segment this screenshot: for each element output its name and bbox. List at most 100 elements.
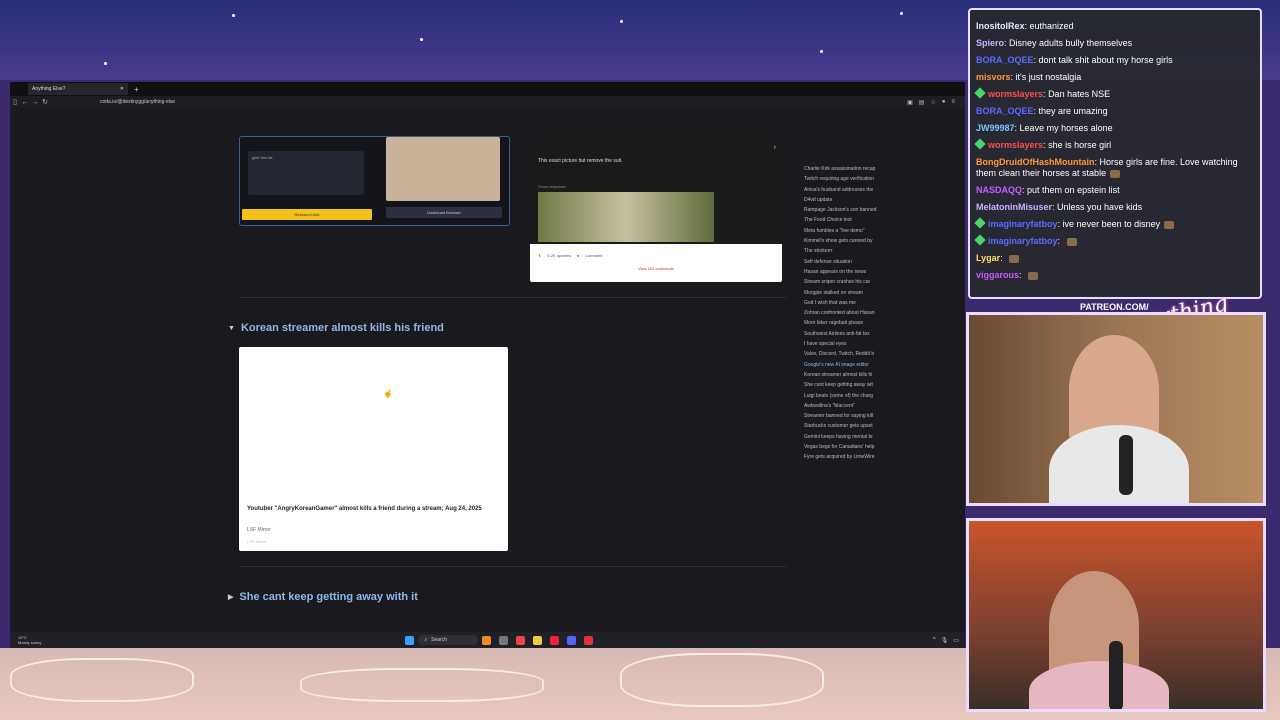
chat-username[interactable]: wormslayers xyxy=(988,89,1043,99)
extension-icon[interactable]: ▣ xyxy=(907,99,913,106)
menu-icon[interactable]: ≡ xyxy=(951,99,955,106)
show-response-label[interactable]: Show response xyxy=(538,184,566,189)
toc-item[interactable]: Southwest Airlines anti-fat tax xyxy=(804,329,894,339)
reddit-post-image[interactable] xyxy=(538,192,714,242)
discord-icon[interactable] xyxy=(567,635,577,645)
copilot-icon[interactable] xyxy=(482,635,492,645)
download-browser-button[interactable]: Download Browser xyxy=(386,207,502,218)
forward-icon[interactable]: → xyxy=(30,99,40,106)
toc-item[interactable]: Korean streamer almost kills hi xyxy=(804,370,894,380)
section-heading-she-cant-keep[interactable]: ▶ She cant keep getting away with it xyxy=(228,591,418,603)
video-source[interactable]: LSF Mirror xyxy=(247,527,271,533)
taskbar-search[interactable]: ⌕ Search xyxy=(418,635,479,645)
weather-widget[interactable]: 19°C Mostly sunny xyxy=(18,635,41,645)
embed-video-thumbnail[interactable] xyxy=(386,137,500,201)
browser-tab[interactable]: Anything Else? ✕ xyxy=(28,83,128,95)
task-view-icon[interactable] xyxy=(499,635,509,645)
toc-item[interactable]: The Food Choice test xyxy=(804,215,894,225)
sidebar-toggle-icon[interactable]: ▯ xyxy=(10,98,20,106)
back-icon[interactable]: ← xyxy=(20,99,30,106)
research-ads-button[interactable]: Research Ads xyxy=(242,209,372,220)
table-of-contents: Charlie Kirk assassination recap Twitch r… xyxy=(804,164,894,463)
bookmark-star-icon[interactable]: ☆ xyxy=(930,99,935,106)
chat-username[interactable]: imaginaryfatboy xyxy=(988,236,1058,246)
chat-text: Unless you have kids xyxy=(1057,202,1143,212)
file-explorer-icon[interactable] xyxy=(533,635,543,645)
toc-item[interactable]: Zohran confronted about Hasan xyxy=(804,308,894,318)
toc-item[interactable]: Meta fumbles a "live demo" xyxy=(804,226,894,236)
star-decoration xyxy=(900,12,903,15)
chat-username[interactable]: misvors xyxy=(976,72,1011,82)
reader-icon[interactable]: ▤ xyxy=(919,99,925,106)
chat-username[interactable]: MelatoninMisuser xyxy=(976,202,1052,212)
chat-username[interactable]: BORA_OQEE xyxy=(976,106,1034,116)
tray-chevron-icon[interactable]: ^ xyxy=(933,637,936,644)
chat-text: Leave my horses alone xyxy=(1019,123,1113,133)
comment-icon: ● xyxy=(576,253,580,258)
chat-username[interactable]: imaginaryfatboy xyxy=(988,219,1058,229)
app-taskbar-icon[interactable] xyxy=(550,635,560,645)
chat-username[interactable]: BongDruidOfHashMountain xyxy=(976,157,1095,167)
toc-item[interactable]: More biker ragebait please xyxy=(804,318,894,328)
toc-item[interactable]: Hasan appears on the news xyxy=(804,267,894,277)
obs-icon[interactable] xyxy=(584,635,594,645)
toc-item[interactable]: Charlie Kirk assassination recap xyxy=(804,164,894,174)
toc-item[interactable]: Fyre gets acquired by LimeWire xyxy=(804,452,894,462)
video-embed-card[interactable]: ☝ Youtuber "AngryKoreanGamer" almost kil… xyxy=(239,347,508,551)
close-tab-icon[interactable]: ✕ xyxy=(120,86,124,92)
toc-item[interactable]: Starbucks customer gets upset xyxy=(804,421,894,431)
toc-item[interactable]: Valve, Discord, Twitch, Reddit b xyxy=(804,349,894,359)
toc-item[interactable]: Stream sniper crashes his car xyxy=(804,277,894,287)
toc-item[interactable]: She cant keep getting away wit xyxy=(804,380,894,390)
toc-item[interactable]: Rampage Jackson's son banned xyxy=(804,205,894,215)
chat-message: BongDruidOfHashMountain: Horse girls are… xyxy=(970,154,1260,182)
chat-message: imaginaryfatboy: ive never been to disne… xyxy=(970,216,1260,233)
toc-item[interactable]: Google's new AI image editor xyxy=(804,360,894,370)
chat-username[interactable]: BORA_OQEE xyxy=(976,55,1034,65)
toc-item[interactable]: Streamer banned for saying kill xyxy=(804,411,894,421)
chat-username[interactable]: wormslayers xyxy=(988,140,1043,150)
tray-network-icon[interactable]: ▭ xyxy=(953,637,959,644)
toc-item[interactable]: The strokerrr xyxy=(804,246,894,256)
view-comments-link[interactable]: View 153 comments xyxy=(530,266,782,271)
new-tab-icon[interactable]: + xyxy=(134,85,139,94)
chat-username[interactable]: InositolRex xyxy=(976,21,1025,31)
reload-icon[interactable]: ↻ xyxy=(40,98,50,106)
chat-message: NASDAQQ: put them on epstein list xyxy=(970,182,1260,199)
reddit-stats: ⬆ 5.2K upvotes ● Comment xyxy=(538,253,602,258)
toc-item[interactable]: Twitch requiring age verification xyxy=(804,174,894,184)
toc-item[interactable]: Gemini keeps having mental br xyxy=(804,432,894,442)
chat-username[interactable]: viggarous xyxy=(976,270,1019,280)
chat-message: viggarous: xyxy=(970,267,1260,284)
toc-item[interactable]: Vegas begs for Canadians' help xyxy=(804,442,894,452)
search-label: Search xyxy=(431,637,447,643)
chat-username[interactable]: Lygar xyxy=(976,253,1000,263)
tray-mic-icon[interactable]: 🎙 xyxy=(941,637,949,644)
chat-username[interactable]: NASDAQQ xyxy=(976,185,1022,195)
toc-item[interactable]: Awkwafina's "blaccent" xyxy=(804,401,894,411)
chat-emote-icon xyxy=(1009,254,1020,263)
toc-item[interactable]: Anisa's husband addresses the xyxy=(804,185,894,195)
toc-item[interactable]: Luigi beats (some of) the charg xyxy=(804,391,894,401)
expanded-caret-icon[interactable]: ▼ xyxy=(228,325,235,332)
toc-item[interactable]: Kimmel's show gets canned by xyxy=(804,236,894,246)
start-menu-icon[interactable] xyxy=(405,635,415,645)
next-arrow-icon[interactable]: › xyxy=(774,144,776,151)
profile-icon[interactable]: ● xyxy=(942,99,946,106)
address-bar: ▯ ← → ↻ coda.io/@destinygg/anything-else… xyxy=(10,96,965,108)
toc-item[interactable]: God I wish that was me xyxy=(804,298,894,308)
url-input[interactable]: coda.io/@destinygg/anything-else xyxy=(100,99,175,105)
section-title: She cant keep getting away with it xyxy=(239,591,418,603)
toc-item[interactable]: D4vd update xyxy=(804,195,894,205)
section-heading-korean-streamer[interactable]: ▼ Korean streamer almost kills his frien… xyxy=(228,322,444,334)
upvote-icon[interactable]: ⬆ xyxy=(538,253,541,258)
toc-item[interactable]: Morgpie stalked on stream xyxy=(804,288,894,298)
chat-username[interactable]: JW99987 xyxy=(976,123,1015,133)
chat-username[interactable]: Spiero xyxy=(976,38,1004,48)
toc-item[interactable]: Self defense situation xyxy=(804,257,894,267)
toc-item[interactable]: I have special eyes xyxy=(804,339,894,349)
comment-label[interactable]: Comment xyxy=(585,253,602,258)
collapsed-caret-icon[interactable]: ▶ xyxy=(228,593,233,601)
browser-taskbar-icon[interactable] xyxy=(516,635,526,645)
embed-text-area: give him fat xyxy=(248,151,364,195)
